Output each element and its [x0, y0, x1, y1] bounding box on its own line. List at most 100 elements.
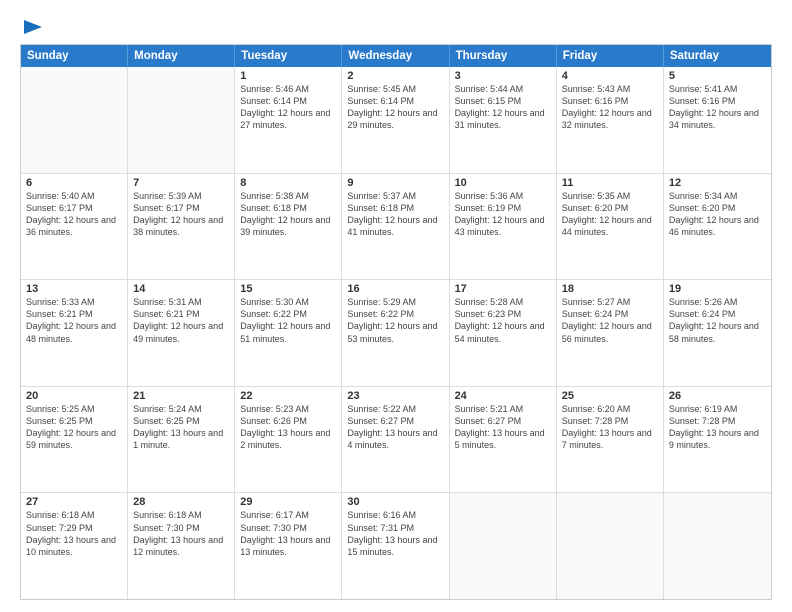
logo-flag-icon	[22, 18, 44, 36]
day-number: 11	[562, 177, 658, 189]
day-number: 15	[240, 283, 336, 295]
cell-sun-info: Sunrise: 5:27 AM Sunset: 6:24 PM Dayligh…	[562, 296, 658, 345]
cell-sun-info: Sunrise: 5:31 AM Sunset: 6:21 PM Dayligh…	[133, 296, 229, 345]
day-number: 19	[669, 283, 766, 295]
calendar-cell: 19Sunrise: 5:26 AM Sunset: 6:24 PM Dayli…	[664, 280, 771, 386]
cell-sun-info: Sunrise: 5:30 AM Sunset: 6:22 PM Dayligh…	[240, 296, 336, 345]
calendar-cell: 12Sunrise: 5:34 AM Sunset: 6:20 PM Dayli…	[664, 174, 771, 280]
day-number: 26	[669, 390, 766, 402]
calendar-cell: 9Sunrise: 5:37 AM Sunset: 6:18 PM Daylig…	[342, 174, 449, 280]
day-number: 23	[347, 390, 443, 402]
weekday-header: Tuesday	[235, 45, 342, 67]
calendar-cell: 20Sunrise: 5:25 AM Sunset: 6:25 PM Dayli…	[21, 387, 128, 493]
day-number: 20	[26, 390, 122, 402]
cell-sun-info: Sunrise: 5:34 AM Sunset: 6:20 PM Dayligh…	[669, 190, 766, 239]
day-number: 10	[455, 177, 551, 189]
calendar-cell: 23Sunrise: 5:22 AM Sunset: 6:27 PM Dayli…	[342, 387, 449, 493]
calendar-cell: 8Sunrise: 5:38 AM Sunset: 6:18 PM Daylig…	[235, 174, 342, 280]
calendar-cell: 2Sunrise: 5:45 AM Sunset: 6:14 PM Daylig…	[342, 67, 449, 173]
weekday-header: Thursday	[450, 45, 557, 67]
cell-sun-info: Sunrise: 5:46 AM Sunset: 6:14 PM Dayligh…	[240, 83, 336, 132]
calendar-cell	[128, 67, 235, 173]
day-number: 1	[240, 70, 336, 82]
cell-sun-info: Sunrise: 5:33 AM Sunset: 6:21 PM Dayligh…	[26, 296, 122, 345]
day-number: 17	[455, 283, 551, 295]
cell-sun-info: Sunrise: 5:39 AM Sunset: 6:17 PM Dayligh…	[133, 190, 229, 239]
day-number: 28	[133, 496, 229, 508]
calendar-cell: 1Sunrise: 5:46 AM Sunset: 6:14 PM Daylig…	[235, 67, 342, 173]
day-number: 25	[562, 390, 658, 402]
calendar-cell: 29Sunrise: 6:17 AM Sunset: 7:30 PM Dayli…	[235, 493, 342, 599]
cell-sun-info: Sunrise: 5:37 AM Sunset: 6:18 PM Dayligh…	[347, 190, 443, 239]
calendar-row: 1Sunrise: 5:46 AM Sunset: 6:14 PM Daylig…	[21, 67, 771, 174]
page: SundayMondayTuesdayWednesdayThursdayFrid…	[0, 0, 792, 612]
calendar-cell: 21Sunrise: 5:24 AM Sunset: 6:25 PM Dayli…	[128, 387, 235, 493]
cell-sun-info: Sunrise: 5:23 AM Sunset: 6:26 PM Dayligh…	[240, 403, 336, 452]
calendar-cell: 15Sunrise: 5:30 AM Sunset: 6:22 PM Dayli…	[235, 280, 342, 386]
day-number: 9	[347, 177, 443, 189]
day-number: 5	[669, 70, 766, 82]
cell-sun-info: Sunrise: 5:40 AM Sunset: 6:17 PM Dayligh…	[26, 190, 122, 239]
day-number: 7	[133, 177, 229, 189]
weekday-header: Friday	[557, 45, 664, 67]
cell-sun-info: Sunrise: 6:19 AM Sunset: 7:28 PM Dayligh…	[669, 403, 766, 452]
cell-sun-info: Sunrise: 5:26 AM Sunset: 6:24 PM Dayligh…	[669, 296, 766, 345]
day-number: 29	[240, 496, 336, 508]
weekday-header: Saturday	[664, 45, 771, 67]
cell-sun-info: Sunrise: 5:43 AM Sunset: 6:16 PM Dayligh…	[562, 83, 658, 132]
calendar-row: 20Sunrise: 5:25 AM Sunset: 6:25 PM Dayli…	[21, 387, 771, 494]
day-number: 22	[240, 390, 336, 402]
cell-sun-info: Sunrise: 5:41 AM Sunset: 6:16 PM Dayligh…	[669, 83, 766, 132]
day-number: 4	[562, 70, 658, 82]
calendar-cell: 22Sunrise: 5:23 AM Sunset: 6:26 PM Dayli…	[235, 387, 342, 493]
day-number: 27	[26, 496, 122, 508]
day-number: 14	[133, 283, 229, 295]
cell-sun-info: Sunrise: 6:18 AM Sunset: 7:29 PM Dayligh…	[26, 509, 122, 558]
cell-sun-info: Sunrise: 5:29 AM Sunset: 6:22 PM Dayligh…	[347, 296, 443, 345]
cell-sun-info: Sunrise: 5:28 AM Sunset: 6:23 PM Dayligh…	[455, 296, 551, 345]
calendar-header: SundayMondayTuesdayWednesdayThursdayFrid…	[21, 45, 771, 67]
cell-sun-info: Sunrise: 5:44 AM Sunset: 6:15 PM Dayligh…	[455, 83, 551, 132]
cell-sun-info: Sunrise: 5:45 AM Sunset: 6:14 PM Dayligh…	[347, 83, 443, 132]
logo	[20, 18, 44, 36]
cell-sun-info: Sunrise: 5:38 AM Sunset: 6:18 PM Dayligh…	[240, 190, 336, 239]
calendar-cell: 30Sunrise: 6:16 AM Sunset: 7:31 PM Dayli…	[342, 493, 449, 599]
day-number: 2	[347, 70, 443, 82]
calendar-row: 6Sunrise: 5:40 AM Sunset: 6:17 PM Daylig…	[21, 174, 771, 281]
cell-sun-info: Sunrise: 5:21 AM Sunset: 6:27 PM Dayligh…	[455, 403, 551, 452]
day-number: 6	[26, 177, 122, 189]
calendar-cell: 3Sunrise: 5:44 AM Sunset: 6:15 PM Daylig…	[450, 67, 557, 173]
calendar-cell	[664, 493, 771, 599]
day-number: 16	[347, 283, 443, 295]
cell-sun-info: Sunrise: 6:20 AM Sunset: 7:28 PM Dayligh…	[562, 403, 658, 452]
day-number: 8	[240, 177, 336, 189]
calendar-cell: 25Sunrise: 6:20 AM Sunset: 7:28 PM Dayli…	[557, 387, 664, 493]
calendar-cell: 24Sunrise: 5:21 AM Sunset: 6:27 PM Dayli…	[450, 387, 557, 493]
calendar-cell: 5Sunrise: 5:41 AM Sunset: 6:16 PM Daylig…	[664, 67, 771, 173]
day-number: 13	[26, 283, 122, 295]
header	[20, 18, 772, 36]
calendar-body: 1Sunrise: 5:46 AM Sunset: 6:14 PM Daylig…	[21, 67, 771, 599]
calendar-cell: 26Sunrise: 6:19 AM Sunset: 7:28 PM Dayli…	[664, 387, 771, 493]
calendar-cell: 18Sunrise: 5:27 AM Sunset: 6:24 PM Dayli…	[557, 280, 664, 386]
day-number: 21	[133, 390, 229, 402]
cell-sun-info: Sunrise: 6:17 AM Sunset: 7:30 PM Dayligh…	[240, 509, 336, 558]
calendar-cell: 16Sunrise: 5:29 AM Sunset: 6:22 PM Dayli…	[342, 280, 449, 386]
day-number: 18	[562, 283, 658, 295]
cell-sun-info: Sunrise: 5:25 AM Sunset: 6:25 PM Dayligh…	[26, 403, 122, 452]
weekday-header: Sunday	[21, 45, 128, 67]
calendar-cell: 6Sunrise: 5:40 AM Sunset: 6:17 PM Daylig…	[21, 174, 128, 280]
calendar-cell	[557, 493, 664, 599]
cell-sun-info: Sunrise: 5:35 AM Sunset: 6:20 PM Dayligh…	[562, 190, 658, 239]
cell-sun-info: Sunrise: 6:18 AM Sunset: 7:30 PM Dayligh…	[133, 509, 229, 558]
calendar-cell: 14Sunrise: 5:31 AM Sunset: 6:21 PM Dayli…	[128, 280, 235, 386]
calendar-cell: 4Sunrise: 5:43 AM Sunset: 6:16 PM Daylig…	[557, 67, 664, 173]
cell-sun-info: Sunrise: 6:16 AM Sunset: 7:31 PM Dayligh…	[347, 509, 443, 558]
calendar-row: 27Sunrise: 6:18 AM Sunset: 7:29 PM Dayli…	[21, 493, 771, 599]
weekday-header: Wednesday	[342, 45, 449, 67]
calendar-cell: 27Sunrise: 6:18 AM Sunset: 7:29 PM Dayli…	[21, 493, 128, 599]
calendar-cell: 11Sunrise: 5:35 AM Sunset: 6:20 PM Dayli…	[557, 174, 664, 280]
day-number: 12	[669, 177, 766, 189]
calendar-cell: 13Sunrise: 5:33 AM Sunset: 6:21 PM Dayli…	[21, 280, 128, 386]
cell-sun-info: Sunrise: 5:36 AM Sunset: 6:19 PM Dayligh…	[455, 190, 551, 239]
